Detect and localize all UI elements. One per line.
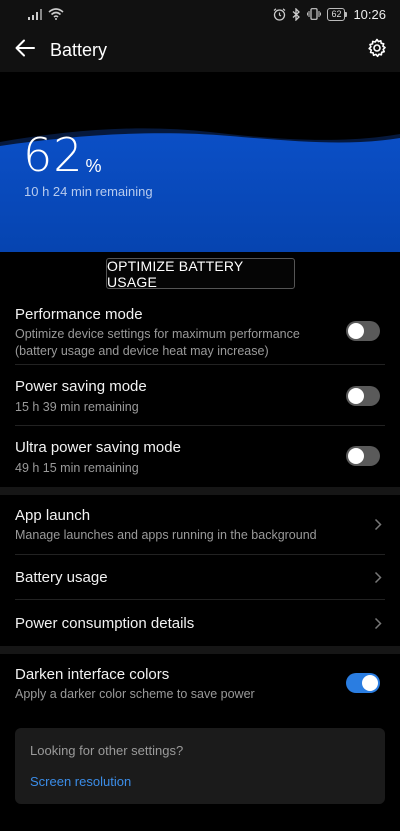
ultra-power-saving-mode-title: Ultra power saving mode bbox=[15, 439, 181, 456]
power-saving-mode-toggle[interactable] bbox=[346, 386, 380, 406]
toggle-knob bbox=[348, 323, 364, 339]
power-saving-mode-subtitle: 15 h 39 min remaining bbox=[15, 400, 139, 414]
ultra-power-saving-mode-subtitle: 49 h 15 min remaining bbox=[15, 461, 139, 475]
chevron-right-icon bbox=[372, 616, 384, 630]
ultra-power-saving-mode-toggle[interactable] bbox=[346, 446, 380, 466]
wifi-icon bbox=[48, 8, 64, 20]
page-title: Battery bbox=[50, 39, 108, 60]
power-saving-mode-row[interactable]: Power saving mode 15 h 39 min remaining bbox=[0, 365, 400, 425]
optimize-battery-button[interactable]: OPTIMIZE BATTERY USAGE bbox=[106, 258, 295, 290]
signal-icon bbox=[28, 8, 42, 20]
performance-mode-title: Performance mode bbox=[15, 306, 143, 323]
bluetooth-icon bbox=[292, 7, 301, 21]
toggle-knob bbox=[348, 448, 364, 464]
power-consumption-details-title: Power consumption details bbox=[15, 615, 195, 632]
other-settings-question: Looking for other settings? bbox=[30, 743, 184, 758]
battery-indicator: 62 bbox=[327, 7, 348, 21]
battery-percent: 62 bbox=[23, 128, 84, 182]
toggle-knob bbox=[348, 388, 364, 404]
power-saving-mode-title: Power saving mode bbox=[15, 378, 147, 395]
chevron-right-icon bbox=[372, 570, 384, 584]
chevron-right-icon bbox=[372, 517, 384, 531]
darken-interface-toggle[interactable] bbox=[346, 673, 380, 693]
section-separator bbox=[0, 487, 400, 495]
performance-mode-row[interactable]: Performance mode Optimize device setting… bbox=[0, 300, 400, 364]
performance-mode-subtitle-2: (battery usage and device heat may incre… bbox=[15, 344, 269, 358]
darken-interface-subtitle: Apply a darker color scheme to save powe… bbox=[15, 687, 255, 701]
performance-mode-subtitle-1: Optimize device settings for maximum per… bbox=[15, 327, 300, 341]
app-launch-title: App launch bbox=[15, 507, 91, 524]
vibrate-icon bbox=[307, 8, 322, 20]
gear-icon bbox=[367, 38, 387, 63]
battery-hero: 62 % 10 h 24 min remaining bbox=[0, 72, 400, 252]
battery-remaining: 10 h 24 min remaining bbox=[24, 184, 153, 199]
arrow-left-icon bbox=[15, 39, 35, 62]
toggle-knob bbox=[362, 675, 378, 691]
alarm-icon bbox=[273, 7, 286, 21]
section-separator bbox=[0, 646, 400, 654]
performance-mode-toggle[interactable] bbox=[346, 321, 380, 341]
power-consumption-details-row[interactable]: Power consumption details bbox=[0, 600, 400, 645]
other-settings-card: Looking for other settings? Screen resol… bbox=[15, 728, 385, 804]
darken-interface-row[interactable]: Darken interface colors Apply a darker c… bbox=[0, 654, 400, 714]
app-bar: Battery bbox=[0, 28, 400, 72]
app-launch-subtitle: Manage launches and apps running in the … bbox=[15, 528, 317, 542]
app-launch-row[interactable]: App launch Manage launches and apps runn… bbox=[0, 495, 400, 554]
darken-interface-title: Darken interface colors bbox=[15, 666, 170, 683]
status-bar: 62 10:26 bbox=[0, 0, 400, 28]
clock: 10:26 bbox=[353, 6, 386, 22]
battery-usage-title: Battery usage bbox=[15, 569, 108, 586]
screen-resolution-link[interactable]: Screen resolution bbox=[30, 774, 131, 789]
percent-sign: % bbox=[85, 156, 102, 176]
settings-button[interactable] bbox=[354, 28, 400, 72]
ultra-power-saving-mode-row[interactable]: Ultra power saving mode 49 h 15 min rema… bbox=[0, 426, 400, 486]
battery-usage-row[interactable]: Battery usage bbox=[0, 555, 400, 599]
back-button[interactable] bbox=[0, 28, 52, 72]
